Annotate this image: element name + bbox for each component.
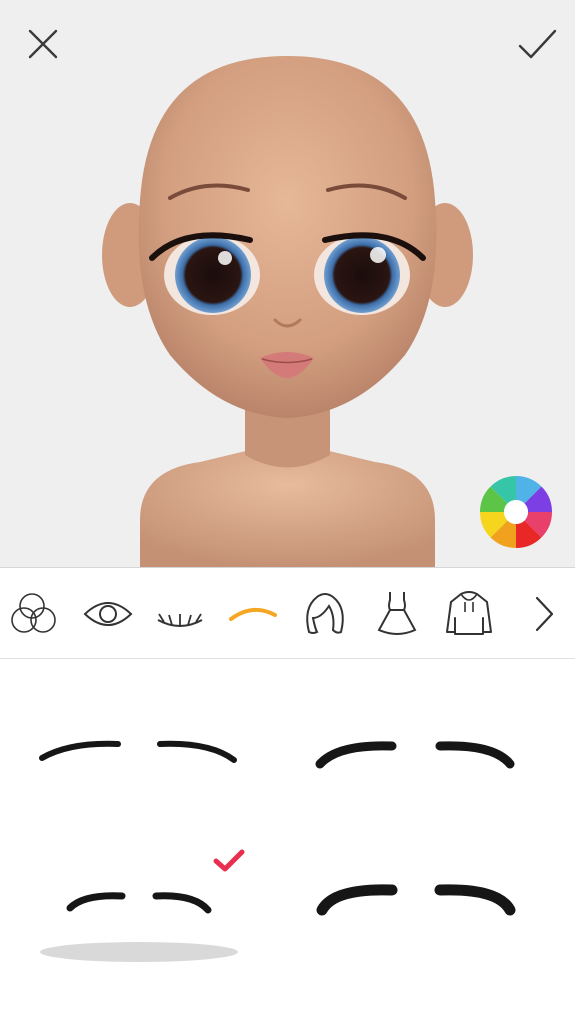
eyebrow-style-thin-icon (39, 740, 237, 763)
close-icon (28, 29, 58, 59)
category-eyebrows[interactable] (225, 586, 281, 642)
dress-icon (377, 592, 417, 635)
circles-icon (11, 593, 56, 633)
category-skin-tone[interactable] (8, 586, 64, 642)
eye-icon (83, 602, 133, 626)
eyebrow-option-2[interactable] (308, 710, 528, 800)
category-hoodie[interactable] (441, 586, 497, 642)
avatar-eye-left (175, 237, 251, 313)
eyebrow-option-1[interactable] (30, 710, 250, 800)
color-picker-button[interactable] (480, 476, 552, 548)
eyebrow-style-arched-icon (315, 741, 515, 769)
close-button[interactable] (21, 22, 65, 66)
hoodie-icon (446, 591, 492, 635)
category-next[interactable] (515, 586, 571, 642)
eyebrow-icon (229, 607, 277, 621)
selected-option-shadow (40, 942, 238, 962)
category-lashes[interactable] (152, 586, 208, 642)
color-wheel-center (504, 500, 528, 524)
eyebrow-style-short-icon (66, 892, 212, 914)
category-hair[interactable] (297, 586, 353, 642)
selected-check-icon (213, 849, 245, 872)
checkmark-icon (518, 29, 557, 59)
category-dress[interactable] (369, 586, 425, 642)
category-toolbar (0, 567, 575, 659)
hair-icon (306, 593, 344, 634)
avatar-eye-right (324, 237, 400, 313)
eyebrow-option-3-selected[interactable] (60, 858, 280, 948)
eyebrow-option-4[interactable] (308, 858, 528, 948)
chevron-right-icon (535, 596, 554, 632)
avatar-torso (140, 450, 435, 567)
category-eyes[interactable] (80, 586, 136, 642)
avatar-preview (0, 0, 575, 567)
eyebrow-style-thick-icon (316, 884, 516, 916)
confirm-button[interactable] (515, 22, 559, 66)
color-wheel-icon (480, 476, 552, 548)
eyelashes-icon (157, 613, 203, 627)
